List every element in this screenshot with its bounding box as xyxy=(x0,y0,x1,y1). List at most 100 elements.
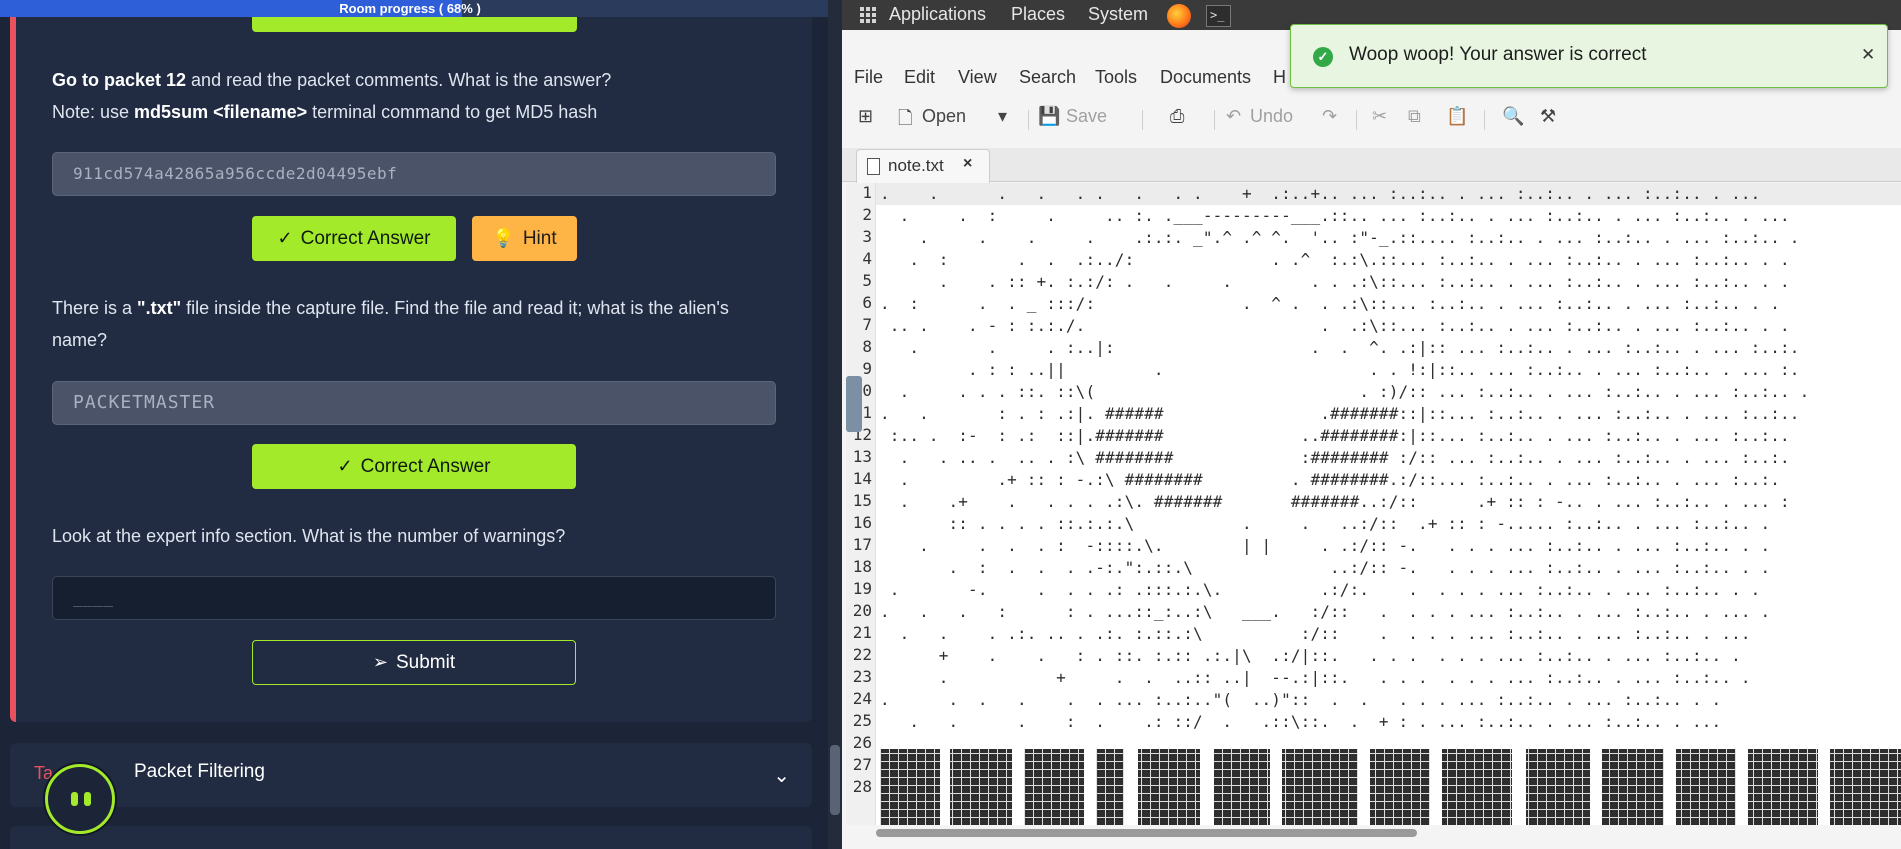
correct-answer-button[interactable]: ✓ Correct Answer xyxy=(252,216,456,261)
text-line: . . :: +. :.:/: . . . . . .:\::... :..:.… xyxy=(880,272,1790,291)
line-number: 28 xyxy=(852,777,872,796)
text-line: . . . :..|: . . ^. .:|:: ... :..:.. . ..… xyxy=(880,338,1800,357)
text-line: :: . . . . ::.:.:.\ . . ..:/:: .+ :: : -… xyxy=(880,514,1771,533)
success-toast: ✓ Woop woop! Your answer is correct ✕ xyxy=(1290,24,1888,88)
text-line: . . . . . . ... :..:.."( ..)":: . . . . … xyxy=(880,690,1722,709)
apps-grid-icon[interactable] xyxy=(860,7,876,23)
text-line: . : . . .:../: . .^ :.:\.::... :..:.. . … xyxy=(880,250,1790,269)
open-dropdown-icon[interactable]: ▾ xyxy=(998,106,1007,127)
question-text: Look at the expert info section. What is… xyxy=(52,526,566,546)
side-panel-handle[interactable] xyxy=(846,376,862,432)
places-menu[interactable]: Places xyxy=(1011,4,1065,25)
left-scrollbar-thumb[interactable] xyxy=(830,745,840,815)
replace-icon[interactable]: ⚒ xyxy=(1540,106,1556,127)
print-icon[interactable]: ⎙ xyxy=(1170,106,1184,127)
save-button[interactable]: Save xyxy=(1066,106,1107,127)
line-number: 7 xyxy=(862,315,872,334)
undo-button[interactable]: Undo xyxy=(1250,106,1293,127)
question-body: and read the packet comments. What is th… xyxy=(186,70,612,90)
document-icon xyxy=(867,158,880,175)
system-menu[interactable]: System xyxy=(1088,4,1148,25)
line-number: 17 xyxy=(852,535,872,554)
cut-icon[interactable]: ✂ xyxy=(1372,106,1387,127)
menu-file[interactable]: File xyxy=(854,67,883,88)
question-text: Go to packet 12 and read the packet comm… xyxy=(52,64,611,96)
paste-icon[interactable]: 📋 xyxy=(1446,106,1468,127)
correct-answer-button[interactable]: ✓ Correct Answer xyxy=(252,444,576,489)
save-icon[interactable]: 💾 xyxy=(1038,106,1060,127)
text-line: . -. . . . .: .:::.:.\. .:/:. . . . . ..… xyxy=(880,580,1761,599)
text-line: . : . . _ :::/: . ^ . . .:\::... :..:.. … xyxy=(880,294,1781,313)
firefox-icon[interactable] xyxy=(1167,4,1191,28)
line-number: 24 xyxy=(852,689,872,708)
terminal-icon[interactable]: >_ xyxy=(1206,5,1231,27)
line-number: 8 xyxy=(862,337,872,356)
editor-text-area[interactable]: 1 2 3 4 5 6 7 8 9 0 1 12 13 14 15 16 17 18 19 20 21 22 23 24 25 2… xyxy=(846,183,1901,825)
line-number: 23 xyxy=(852,667,872,686)
file-content: . . . . . . . . . + .:..+.. ... :..:.. .… xyxy=(880,183,1901,825)
task-accordion-packet-filtering[interactable]: Ta Packet Filtering ⌄ xyxy=(10,743,812,807)
text-line: + . . : . ::. :.:: .:.|\ .:/|::. . . . .… xyxy=(880,646,1741,665)
horizontal-scrollbar-thumb[interactable] xyxy=(876,829,1417,837)
lightbulb-icon: 💡 xyxy=(492,228,515,248)
text-line: . : . . . .-:.":.::.\ ..:/:: -. . . . ..… xyxy=(880,558,1771,577)
open-button[interactable]: Open xyxy=(922,106,966,127)
toolbar-separator xyxy=(1028,110,1029,130)
note-suffix: terminal command to get MD5 hash xyxy=(307,102,598,122)
submit-button[interactable]: ➢ Submit xyxy=(252,640,576,685)
check-icon: ✓ xyxy=(337,456,353,476)
line-number: 19 xyxy=(852,579,872,598)
button-label: Hint xyxy=(522,228,557,249)
search-icon[interactable]: 🔍 xyxy=(1502,106,1524,127)
check-icon: ✓ xyxy=(277,228,293,248)
button-label: Correct Answer xyxy=(300,228,431,249)
answer-field[interactable]: 911cd574a42865a956ccde2d04495ebf xyxy=(52,152,776,196)
text-line: . . . . ::. ::\( . :)/:: ... :..:.. . ..… xyxy=(880,382,1810,401)
menu-search[interactable]: Search xyxy=(1019,67,1076,88)
redo-icon[interactable]: ↷ xyxy=(1322,106,1337,127)
copy-icon[interactable]: ⧉ xyxy=(1408,106,1421,127)
text-line: . . . . : -::::.\. | | . .:/:: -. . . . … xyxy=(880,536,1771,555)
line-number: 22 xyxy=(852,645,872,664)
text-line: .. . . - : :.:./. . .:\::... :..:.. . ..… xyxy=(880,316,1790,335)
text-line: . . : . .. :. .___---------___.::.. ... … xyxy=(880,206,1790,225)
open-icon[interactable]: 🗋 xyxy=(898,106,912,136)
line-number: 20 xyxy=(852,601,872,620)
text-line: . . . . . . . . . + .:..+.. ... :..:.. .… xyxy=(880,184,1761,203)
line-number: 15 xyxy=(852,491,872,510)
answer-field[interactable]: PACKETMASTER xyxy=(52,381,776,425)
hint-button[interactable]: 💡 Hint xyxy=(472,216,577,261)
editor-toolbar: ⊞ 🗋 Open ▾ 💾 Save ⎙ ↶ Undo ↷ ✂ ⧉ 📋 🔍 ⚒ xyxy=(842,98,1901,138)
toolbar-separator xyxy=(1484,110,1485,130)
tab-label: note.txt xyxy=(888,156,944,175)
toolbar-separator xyxy=(1142,110,1143,130)
toolbar-separator xyxy=(1214,110,1215,130)
left-scrollbar[interactable] xyxy=(828,0,842,849)
line-number: 25 xyxy=(852,711,872,730)
text-line: . . . . .:.:. _".^ .^ ^. '.. :"-_.::....… xyxy=(880,228,1800,247)
chevron-down-icon[interactable]: ⌄ xyxy=(773,763,790,788)
line-number: 27 xyxy=(852,755,872,774)
menu-documents[interactable]: Documents xyxy=(1160,67,1251,88)
line-number: 2 xyxy=(862,205,872,224)
send-icon: ➢ xyxy=(372,652,388,672)
check-circle-icon: ✓ xyxy=(1313,47,1333,67)
note-command: md5sum <filename> xyxy=(134,102,308,122)
applications-menu[interactable]: Applications xyxy=(889,4,986,25)
text-line: . . . : : . ...::_:..:\ ___. :/:: . . . … xyxy=(880,602,1771,621)
menu-edit[interactable]: Edit xyxy=(904,67,935,88)
close-icon[interactable]: ✕ xyxy=(1861,45,1875,65)
menu-view[interactable]: View xyxy=(958,67,997,88)
text-line: . . . : . .: ::/ . .::\::. . + : . ... :… xyxy=(880,712,1722,731)
close-tab-icon[interactable]: × xyxy=(963,155,972,173)
menu-tools[interactable]: Tools xyxy=(1095,67,1137,88)
undo-icon[interactable]: ↶ xyxy=(1226,106,1241,127)
question-body: file inside the capture file. Find the f… xyxy=(181,298,729,318)
menu-help[interactable]: H xyxy=(1273,67,1286,88)
new-document-icon[interactable]: ⊞ xyxy=(858,106,873,127)
answer-input[interactable]: ____ xyxy=(52,576,776,620)
tab-note-txt[interactable]: note.txt × xyxy=(856,149,990,183)
task-accordion[interactable] xyxy=(10,826,812,849)
assistant-bot-avatar[interactable] xyxy=(45,764,115,834)
line-number: 13 xyxy=(852,447,872,466)
